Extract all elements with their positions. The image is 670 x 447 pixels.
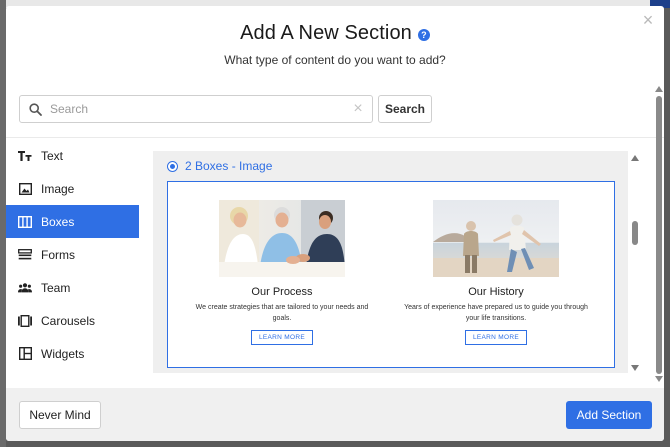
sidebar-item-label: Carousels bbox=[41, 313, 96, 328]
sidebar-item-label: Team bbox=[41, 280, 71, 295]
content-scroll-up-arrow[interactable] bbox=[631, 155, 639, 161]
help-icon[interactable]: ? bbox=[417, 28, 430, 41]
never-mind-button[interactable]: Never Mind bbox=[19, 401, 101, 429]
preview-box-process: Our Process We create strategies that ar… bbox=[182, 200, 382, 345]
forms-icon bbox=[18, 248, 32, 262]
section-preview-list: 2 Boxes - Image Our Process We create st… bbox=[153, 151, 639, 373]
add-section-modal: × Add A New Section ? What type of conte… bbox=[6, 6, 664, 441]
add-section-button[interactable]: Add Section bbox=[566, 401, 652, 429]
modal-header: Add A New Section ? bbox=[6, 22, 664, 45]
category-sidebar: Text Image Boxes Forms Team Carousels Wi… bbox=[6, 139, 139, 370]
content-scrollbar-thumb[interactable] bbox=[632, 221, 638, 245]
section-preview-card[interactable]: Our Process We create strategies that ar… bbox=[167, 181, 615, 368]
sidebar-item-forms[interactable]: Forms bbox=[6, 238, 139, 271]
text-icon bbox=[18, 149, 32, 163]
box-title: Our Process bbox=[251, 286, 313, 298]
team-icon bbox=[18, 281, 32, 295]
sidebar-item-label: Forms bbox=[41, 247, 75, 262]
box-title: Our History bbox=[468, 286, 524, 298]
box-description: We create strategies that are tailored t… bbox=[195, 304, 369, 322]
section-option-label: 2 Boxes - Image bbox=[185, 159, 273, 173]
modal-scrollbar-thumb[interactable] bbox=[656, 96, 662, 374]
widgets-icon bbox=[18, 347, 32, 361]
sidebar-item-label: Boxes bbox=[41, 214, 75, 229]
sidebar-item-label: Image bbox=[41, 181, 75, 196]
sidebar-item-widgets[interactable]: Widgets bbox=[6, 337, 139, 370]
box-description: Years of experience have prepared us to … bbox=[404, 304, 588, 322]
search-button[interactable]: Search bbox=[378, 95, 432, 123]
sidebar-item-label: Text bbox=[41, 148, 64, 163]
advisor-meeting-photo bbox=[219, 200, 345, 277]
clear-icon[interactable]: × bbox=[344, 100, 372, 118]
sidebar-item-label: Widgets bbox=[41, 346, 85, 361]
modal-scroll-down-arrow[interactable] bbox=[655, 376, 663, 382]
search-input[interactable] bbox=[50, 96, 344, 122]
modal-subtitle: What type of content do you want to add? bbox=[224, 53, 446, 67]
learn-more-button: LEARN MORE bbox=[251, 330, 313, 345]
image-icon bbox=[18, 182, 32, 196]
content-scroll-down-arrow[interactable] bbox=[631, 365, 639, 371]
sidebar-item-team[interactable]: Team bbox=[6, 271, 139, 304]
carousel-icon bbox=[18, 314, 32, 328]
boxes-icon bbox=[18, 215, 32, 229]
modal-footer: Never Mind Add Section bbox=[6, 388, 664, 441]
modal-scroll-up-arrow[interactable] bbox=[655, 86, 663, 92]
divider bbox=[6, 137, 664, 138]
modal-title: Add A New Section bbox=[240, 22, 412, 44]
preview-box-history: Our History Years of experience have pre… bbox=[396, 200, 596, 345]
radio-selected-icon[interactable] bbox=[167, 160, 178, 172]
section-option-2-boxes-image[interactable]: 2 Boxes - Image bbox=[167, 159, 272, 173]
sidebar-item-carousels[interactable]: Carousels bbox=[6, 304, 139, 337]
sidebar-item-boxes[interactable]: Boxes bbox=[6, 205, 139, 238]
learn-more-button: LEARN MORE bbox=[465, 330, 527, 345]
sidebar-item-text[interactable]: Text bbox=[6, 139, 139, 172]
sidebar-item-image[interactable]: Image bbox=[6, 172, 139, 205]
beach-couple-photo bbox=[433, 200, 559, 277]
search-box: × bbox=[19, 95, 373, 123]
search-icon bbox=[20, 102, 50, 116]
